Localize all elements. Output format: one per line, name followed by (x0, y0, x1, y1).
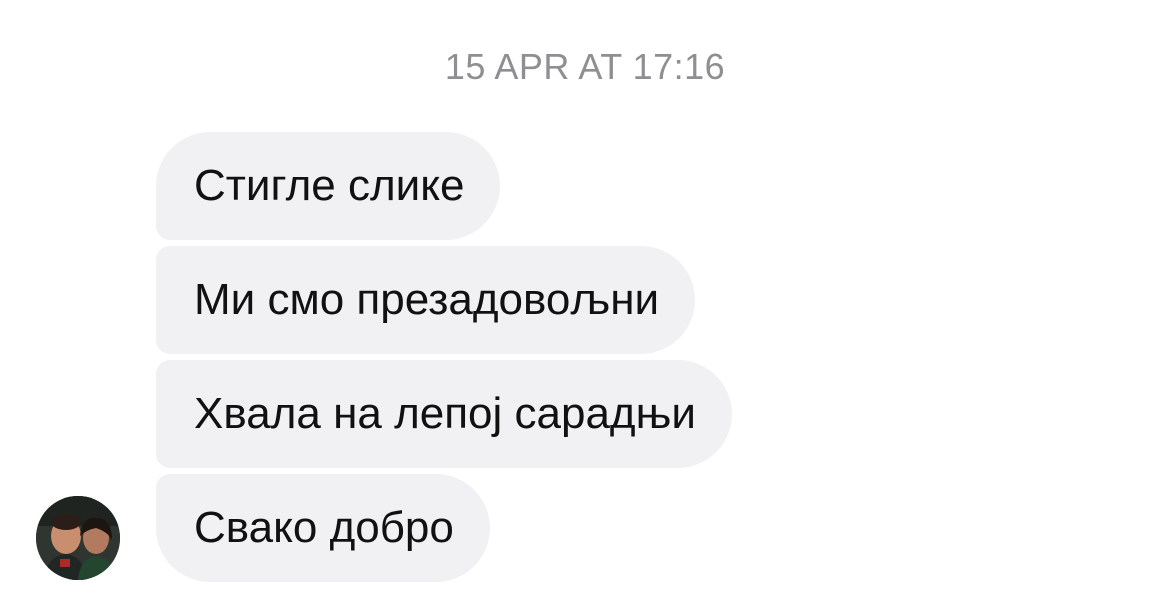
message-text: Ми смо презадовољни (194, 275, 660, 324)
message-text: Свако добро (194, 503, 454, 552)
message-timestamp: 15 APR AT 17:16 (444, 46, 726, 87)
message-bubble[interactable]: Стигле слике (156, 132, 501, 240)
message-bubble[interactable]: Свако добро (156, 474, 490, 582)
user-photo-avatar-icon (36, 496, 120, 580)
message-text: Стигле слике (194, 161, 465, 210)
message-text: Хвала на лепој сарадњи (194, 389, 696, 438)
message-bubble[interactable]: Хвала на лепој сарадњи (156, 360, 732, 468)
sender-avatar[interactable] (36, 496, 120, 580)
message-bubble[interactable]: Ми смо презадовољни (156, 246, 696, 354)
